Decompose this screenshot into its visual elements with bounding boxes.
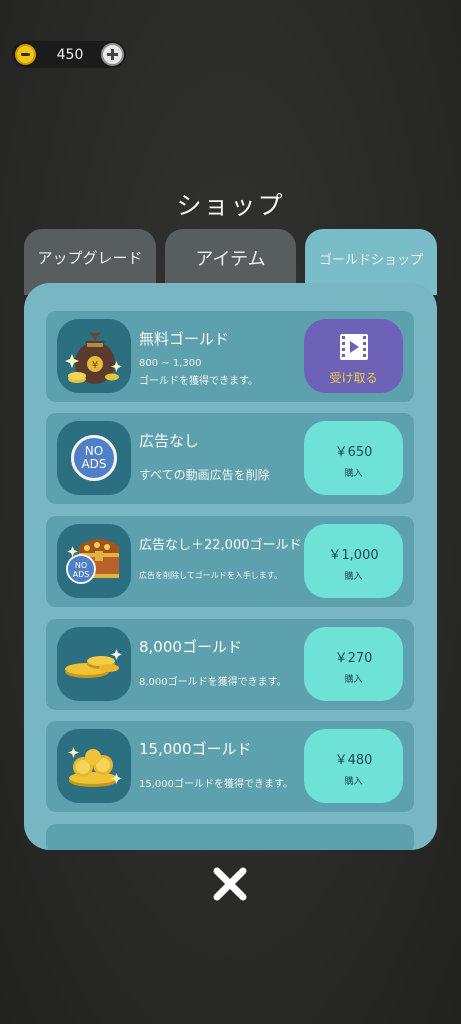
buy-label: 購入 [344,469,363,479]
page-title: ショップ [176,191,285,220]
item-desc: 広告を削除してゴールドを入手します。 [139,571,282,580]
gold-amount: 450 [56,47,84,63]
buy-label: 購入 [344,777,363,787]
list-item-partial [46,824,414,850]
item-desc: ゴールドを獲得できます。 [139,376,258,387]
treasure-chest-icon: NO ADS [57,524,131,598]
list-item-free-gold: ¥ 無料ゴールド 800 ~ 1,300 ゴールドを獲得できます。 受け取る [46,311,414,402]
item-desc-range: 800 ~ 1,300 [139,358,202,369]
item-title: 無料ゴールド [139,330,230,348]
gold-counter: 450 [12,41,126,68]
buy-label: 購入 [344,675,363,685]
video-icon [339,334,368,360]
buy-no-ads-bundle-button[interactable]: ￥1,000 購入 [304,524,403,598]
buy-label: 購入 [344,572,363,582]
coin-icon [15,44,36,65]
list-item-gold-8000: 8,000ゴールド 8,000ゴールドを獲得できます。 ￥270 購入 [46,619,414,710]
list-item-no-ads: NO ADS 広告なし すべての動画広告を削除 ￥650 購入 [46,413,414,504]
add-gold-button[interactable] [101,43,124,66]
list-item-no-ads-bundle: NO ADS 広告なし＋22,000ゴールド 広告を削除してゴールドを入手します… [46,516,414,607]
shop-panel: ¥ 無料ゴールド 800 ~ 1,300 ゴールドを獲得できます。 受け取る N… [24,283,437,850]
claim-label: 受け取る [329,371,378,385]
gold-coins-icon [57,627,131,701]
svg-text:¥: ¥ [92,360,98,371]
gold-pile-icon [57,729,131,803]
no-ads-icon: NO ADS [57,421,131,495]
money-bag-icon: ¥ [57,319,131,393]
claim-free-gold-button[interactable]: 受け取る [304,319,403,393]
item-title: 広告なし [139,432,200,450]
close-icon [213,867,247,901]
item-desc: 15,000ゴールドを獲得できます。 [139,779,293,790]
item-desc: すべての動画広告を削除 [139,468,270,482]
buy-no-ads-button[interactable]: ￥650 購入 [304,421,403,495]
price: ￥270 [334,651,373,666]
list-item-gold-15000: 15,000ゴールド 15,000ゴールドを獲得できます。 ￥480 購入 [46,721,414,812]
item-title: 広告なし＋22,000ゴールド [139,538,302,553]
item-desc: 8,000ゴールドを獲得できます。 [139,677,287,688]
buy-gold-15000-button[interactable]: ￥480 購入 [304,729,403,803]
buy-gold-8000-button[interactable]: ￥270 購入 [304,627,403,701]
price: ￥480 [334,753,373,768]
price: ￥1,000 [328,548,379,563]
item-title: 15,000ゴールド [139,740,252,758]
item-title: 8,000ゴールド [139,638,242,656]
close-button[interactable] [210,864,250,904]
price: ￥650 [334,445,373,460]
